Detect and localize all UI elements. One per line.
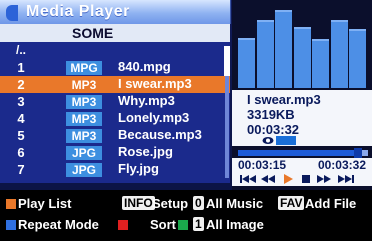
list-scrollbar[interactable] [224, 46, 230, 178]
list-item[interactable]: 6 JPG Rose.jpg [0, 144, 230, 161]
red-key-icon [118, 220, 128, 230]
orange-key-icon [6, 199, 16, 209]
item-type-badge: MP3 [66, 78, 102, 92]
setup-hint: Setup [152, 196, 189, 211]
display-mode-icon [276, 136, 296, 145]
item-number: 4 [17, 111, 25, 126]
progress-fill [238, 150, 358, 156]
spectrum-bar [349, 29, 366, 88]
sort-hint: Sort [150, 217, 176, 232]
spectrum-bar [330, 20, 348, 88]
previous-icon[interactable] [238, 173, 258, 185]
item-type-badge: MP3 [66, 112, 102, 126]
list-item[interactable]: 2 MP3 I swear.mp3 [0, 76, 230, 93]
repeat-mode-hint: Repeat Mode [18, 217, 99, 232]
add-file-hint: Add File [305, 196, 357, 211]
spectrum-visualizer [238, 6, 366, 88]
one-key: 1 [193, 217, 204, 231]
item-type-badge: JPG [66, 163, 102, 177]
title-bar: Media Player [0, 0, 231, 24]
total-time: 00:03:32 [317, 158, 366, 172]
next-icon[interactable] [336, 173, 356, 185]
item-name: 840.mpg [118, 59, 171, 74]
now-playing-panel: I swear.mp3 3319KB 00:03:32 00:03:15 00:… [232, 0, 372, 190]
item-number: 2 [17, 77, 25, 92]
list-item[interactable]: 5 MP3 Because.mp3 [0, 127, 230, 144]
parent-folder-label: /.. [15, 43, 26, 57]
zero-key: 0 [193, 196, 204, 210]
list-item[interactable]: 7 JPG Fly.jpg [0, 161, 230, 178]
item-name: Fly.jpg [118, 161, 159, 176]
item-number: 7 [17, 162, 25, 177]
green-key-icon [178, 220, 188, 230]
item-type-badge: MPG [66, 61, 102, 75]
play-icon[interactable] [278, 173, 298, 185]
item-name: Why.mp3 [118, 93, 175, 108]
info-key: INFO [122, 196, 155, 210]
all-music-hint: All Music [206, 196, 264, 211]
item-number: 6 [17, 145, 25, 160]
list-item[interactable]: 4 MP3 Lonely.mp3 [0, 110, 230, 127]
list-item[interactable]: 3 MP3 Why.mp3 [0, 93, 230, 110]
item-type-badge: JPG [66, 146, 102, 160]
all-image-hint: All Image [206, 217, 264, 232]
playback-progress-bar[interactable] [238, 148, 368, 158]
track-file-size: 3319KB [247, 107, 295, 122]
item-number: 1 [17, 60, 25, 75]
item-type-badge: MP3 [66, 95, 102, 109]
parent-folder-item[interactable]: /.. [0, 42, 230, 59]
spectrum-bar [238, 38, 255, 88]
spectrum-bar [256, 20, 274, 88]
track-duration: 00:03:32 [247, 122, 300, 137]
fav-key: FAV [278, 196, 305, 210]
time-display: 00:03:15 00:03:32 [232, 158, 372, 172]
progress-handle[interactable] [354, 148, 362, 158]
eye-icon [262, 137, 274, 144]
item-type-badge: MP3 [66, 129, 102, 143]
title-bar-accent [6, 5, 18, 21]
item-name: Lonely.mp3 [118, 110, 190, 125]
list-item[interactable]: 1 MPG 840.mpg [0, 59, 230, 76]
scrollbar-thumb[interactable] [224, 46, 230, 76]
fast-forward-icon[interactable] [314, 173, 334, 185]
current-folder-label: SOME [72, 25, 114, 41]
transport-controls [232, 172, 372, 186]
item-name: Because.mp3 [118, 127, 202, 142]
stop-icon[interactable] [296, 173, 316, 185]
current-folder-bar: SOME [0, 24, 230, 42]
track-file-name: I swear.mp3 [247, 92, 321, 107]
help-bar: Play List INFO Setup 0 All Music FAV Add… [0, 190, 372, 241]
status-icons [232, 136, 372, 148]
spectrum-bar [293, 27, 311, 88]
item-number: 3 [17, 94, 25, 109]
item-name: I swear.mp3 [118, 76, 192, 91]
spectrum-bar [275, 10, 292, 88]
media-player-window: Media Player SOME /.. 1 MPG 840.mpg 2 MP… [0, 0, 372, 241]
elapsed-time: 00:03:15 [238, 158, 287, 172]
blue-key-icon [6, 220, 16, 230]
spectrum-bar [312, 39, 329, 88]
item-number: 5 [17, 128, 25, 143]
file-list: /.. 1 MPG 840.mpg 2 MP3 I swear.mp3 3 MP… [0, 42, 230, 183]
window-title: Media Player [26, 3, 130, 20]
playlist-hint: Play List [18, 196, 72, 211]
rewind-icon[interactable] [258, 173, 278, 185]
item-name: Rose.jpg [118, 144, 173, 159]
